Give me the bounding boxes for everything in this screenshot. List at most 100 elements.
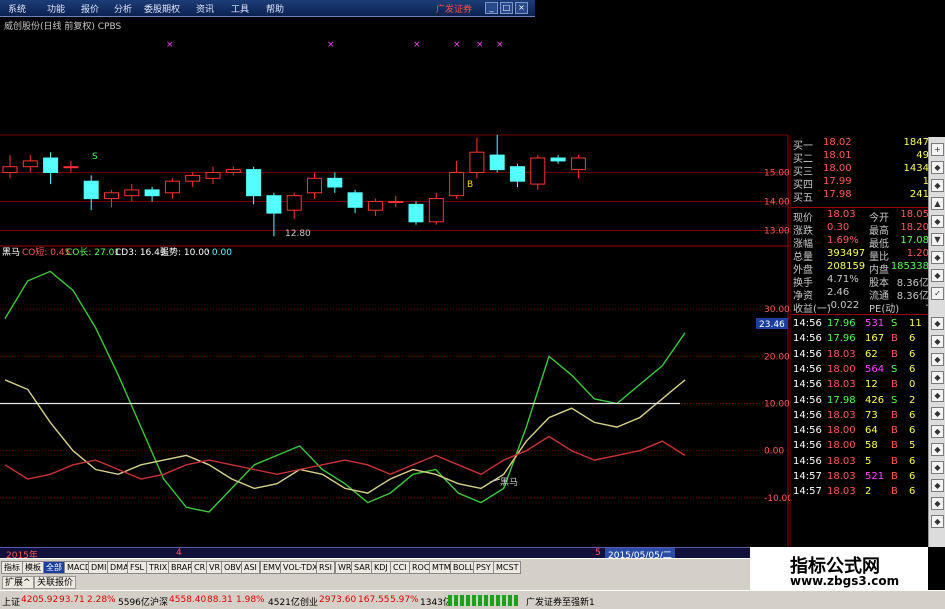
- cy-label: 创业: [300, 598, 319, 608]
- toolbar-button-2[interactable]: ◆: [931, 161, 944, 174]
- tick-flag: B: [891, 440, 898, 452]
- stat-value: 208159: [827, 261, 866, 272]
- menu-item-trade[interactable]: 委股期权: [144, 2, 180, 15]
- candle: [530, 157, 546, 185]
- candle: [225, 169, 241, 174]
- menu-item-analysis[interactable]: 分析: [114, 2, 132, 15]
- toolbar-button-5[interactable]: ◆: [931, 215, 944, 228]
- quote-stat-row: 涨幅 1.69% 最低 17.08: [791, 235, 931, 250]
- toolbar-button-9[interactable]: ✓: [931, 287, 944, 300]
- toolbar-button-16[interactable]: ◆: [931, 425, 944, 438]
- tab-全部[interactable]: 全部: [43, 561, 65, 574]
- hs-label: 沪深: [150, 598, 169, 608]
- candle: [164, 180, 180, 194]
- tick-count: 6: [909, 471, 916, 482]
- price-axis-label: 15.00: [764, 169, 790, 179]
- candle: [83, 180, 99, 200]
- order-book-row: 买三 18.00 1434: [791, 163, 931, 178]
- candle: [347, 192, 363, 208]
- tick-price: 18.03: [827, 348, 856, 360]
- sh-amount: 5596亿: [118, 598, 150, 608]
- restore-icon[interactable]: □: [500, 2, 513, 14]
- toolbar-button-20[interactable]: ◆: [931, 497, 944, 510]
- broker-status: 广发证券至强新1: [526, 598, 595, 608]
- cy-change: 167.55: [358, 595, 390, 605]
- signal-marker: ×: [496, 40, 504, 50]
- toolbar-button-6[interactable]: ▼: [931, 233, 944, 246]
- toolbar-button-8[interactable]: ◆: [931, 269, 944, 282]
- toolbar-button-15[interactable]: ◆: [931, 407, 944, 420]
- close-icon[interactable]: ×: [515, 2, 528, 14]
- tab-mcst[interactable]: MCST: [493, 561, 522, 574]
- toolbar-button-19[interactable]: ◆: [931, 479, 944, 492]
- tab-kdj[interactable]: KDJ: [371, 561, 391, 574]
- quote-stat-row: 现价 18.03 今开 18.05: [791, 209, 931, 224]
- stat-value: 4.71%: [827, 274, 859, 285]
- order-book-row: 买四 17.99 1: [791, 176, 931, 191]
- extension-tabs: 扩展^ 关联报价: [0, 575, 750, 590]
- watermark-url: www.zbgs3.com: [790, 574, 900, 588]
- toolbar-button-7[interactable]: ◆: [931, 251, 944, 264]
- tick-row: 14:57 18.03 521 B 6: [791, 471, 931, 484]
- candle: [185, 174, 201, 182]
- tick-flag: B: [891, 471, 898, 482]
- toolbar-button-10[interactable]: ◆: [931, 317, 944, 330]
- chart-area[interactable]: 威创股份(日线 前复权) CPBS × × × × × × 15.00 14.00 13.00…: [0, 17, 790, 547]
- toolbar-button-21[interactable]: ◆: [931, 515, 944, 528]
- tick-volume: 64: [865, 425, 878, 437]
- tick-count: 0: [909, 379, 916, 391]
- tab-related-quote[interactable]: 关联报价: [34, 576, 77, 589]
- menu-item-help[interactable]: 帮助: [266, 2, 284, 15]
- hs-value: 4558.40: [169, 595, 207, 605]
- tab-sar[interactable]: SAR: [351, 561, 374, 574]
- menu-item-function[interactable]: 功能: [47, 2, 65, 15]
- sh-value: 4205.92: [21, 595, 59, 605]
- tick-row: 14:56 18.03 73 B 6: [791, 410, 931, 423]
- toolbar-button-4[interactable]: ▲: [931, 197, 944, 210]
- toolbar-button-17[interactable]: ◆: [931, 443, 944, 456]
- toolbar-button-18[interactable]: ◆: [931, 461, 944, 474]
- signal-marker: ×: [413, 40, 421, 50]
- tab-psy[interactable]: PSY: [473, 561, 494, 574]
- tick-price: 18.00: [827, 425, 856, 437]
- candle: [205, 172, 221, 179]
- quote-stat-row: 净资 2.46 流通 8.36亿: [791, 287, 931, 302]
- book-volume: 1847: [903, 137, 929, 148]
- tab-vol-tdx[interactable]: VOL-TDX: [280, 561, 321, 574]
- tick-price: 18.00: [827, 440, 856, 452]
- tab-extend[interactable]: 扩展^: [2, 576, 34, 589]
- menu-item-news[interactable]: 资讯: [196, 2, 214, 15]
- tab-指标[interactable]: 指标: [1, 561, 23, 574]
- signal-marker: ×: [453, 40, 461, 50]
- book-price: 18.01: [823, 150, 852, 161]
- tick-price: 17.98: [827, 394, 856, 406]
- tab-fsl[interactable]: FSL: [127, 561, 147, 574]
- tick-count: 6: [909, 425, 916, 437]
- price-axis-label: 14.00: [764, 198, 790, 208]
- stat-value: 0.30: [827, 222, 850, 233]
- tab-模板[interactable]: 模板: [22, 561, 44, 574]
- toolbar-button-14[interactable]: ◆: [931, 389, 944, 402]
- toolbar-button-11[interactable]: ◆: [931, 335, 944, 348]
- candle: [469, 151, 485, 173]
- tab-trix[interactable]: TRIX: [146, 561, 171, 574]
- toolbar-button-13[interactable]: ◆: [931, 371, 944, 384]
- tab-cci[interactable]: CCI: [390, 561, 410, 574]
- menu-item-tools[interactable]: 工具: [231, 2, 249, 15]
- tick-time: 14:56: [793, 363, 822, 375]
- tick-flag: B: [891, 348, 898, 360]
- minimize-icon[interactable]: _: [485, 2, 498, 14]
- menu-item-quote[interactable]: 报价: [81, 2, 99, 15]
- menu-item-system[interactable]: 系统: [8, 2, 26, 15]
- stat-label: 收益(一): [793, 304, 831, 315]
- toolbar-button-1[interactable]: +: [931, 143, 944, 156]
- broker-brand: 广发证券: [436, 5, 473, 15]
- toolbar-button-12[interactable]: ◆: [931, 353, 944, 366]
- tab-asi[interactable]: ASI: [241, 561, 260, 574]
- toolbar-button-3[interactable]: ◆: [931, 179, 944, 192]
- tick-count: 6: [909, 363, 916, 375]
- sh-change: 93.71: [59, 595, 85, 605]
- hs-pct: 1.98%: [236, 595, 265, 605]
- tab-rsi[interactable]: RSI: [316, 561, 335, 574]
- candle: [144, 189, 160, 197]
